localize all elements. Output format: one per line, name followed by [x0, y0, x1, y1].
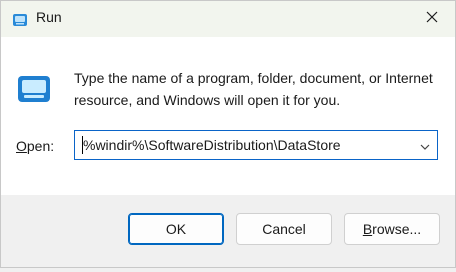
- browse-accelerator: B: [362, 221, 373, 237]
- dialog-content: Type the name of a program, folder, docu…: [1, 37, 455, 195]
- ok-button-label: OK: [165, 221, 187, 237]
- window-title: Run: [36, 9, 62, 25]
- run-program-icon: [17, 75, 51, 105]
- open-input[interactable]: %windir%\SoftwareDistribution\DataStore: [83, 137, 341, 153]
- browse-label-text: rowse...: [372, 221, 422, 237]
- browse-button[interactable]: Browse...: [344, 213, 440, 245]
- dialog-description: Type the name of a program, folder, docu…: [74, 70, 433, 108]
- ok-button[interactable]: OK: [128, 213, 224, 245]
- cancel-button-label: Cancel: [262, 221, 306, 237]
- browse-button-label: Browse...: [363, 221, 421, 237]
- open-label-text: pen:: [26, 138, 55, 154]
- open-label: Open:: [16, 138, 54, 154]
- run-app-icon: [12, 12, 28, 28]
- close-button[interactable]: [409, 1, 455, 37]
- open-combobox[interactable]: %windir%\SoftwareDistribution\DataStore: [74, 130, 438, 160]
- open-label-accelerator: O: [16, 138, 27, 154]
- button-bar: OK Cancel Browse...: [1, 195, 455, 267]
- close-icon: [426, 10, 438, 28]
- chevron-down-icon[interactable]: [419, 140, 431, 152]
- cancel-button[interactable]: Cancel: [236, 213, 332, 245]
- title-bar[interactable]: Run: [1, 1, 455, 37]
- run-dialog: Run Type the name of a program, folder, …: [0, 0, 456, 268]
